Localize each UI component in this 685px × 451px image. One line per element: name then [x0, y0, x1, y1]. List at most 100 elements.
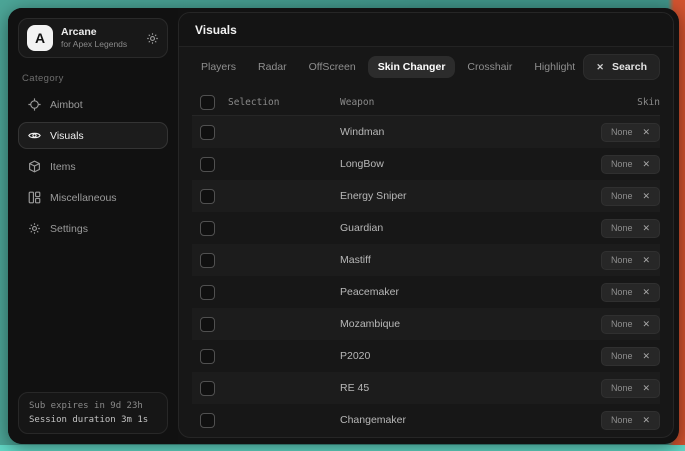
tab-offscreen[interactable]: OffScreen	[299, 56, 366, 78]
skin-clear-button[interactable]: ✕	[642, 159, 650, 170]
skin-clear-button[interactable]: ✕	[642, 319, 650, 330]
skin-clear-button[interactable]: ✕	[642, 415, 650, 426]
tab-highlight[interactable]: Highlight	[524, 56, 585, 78]
skin-clear-button[interactable]: ✕	[642, 191, 650, 202]
weapon-name: Mozambique	[340, 318, 582, 330]
skin-value: None	[611, 191, 633, 201]
skin-column-header: Skin	[582, 97, 660, 108]
skin-select-badge[interactable]: None ✕	[601, 347, 660, 366]
row-checkbox[interactable]	[200, 253, 215, 268]
skin-value: None	[611, 287, 633, 297]
skin-select-badge[interactable]: None ✕	[601, 379, 660, 398]
skin-value: None	[611, 255, 633, 265]
search-icon: ✕	[596, 62, 604, 73]
skin-select-badge[interactable]: None ✕	[601, 187, 660, 206]
row-checkbox[interactable]	[200, 125, 215, 140]
search-button-label: Search	[612, 61, 647, 73]
app-header-card: A Arcane for Apex Legends	[18, 18, 168, 58]
weapon-name: Guardian	[340, 222, 582, 234]
subscription-card: Sub expires in 9d 23h Session duration 3…	[18, 392, 168, 434]
main-panel: Visuals PlayersRadarOffScreenSkin Change…	[178, 12, 674, 438]
row-checkbox[interactable]	[200, 157, 215, 172]
sidebar-item-label: Aimbot	[50, 99, 83, 111]
skin-clear-button[interactable]: ✕	[642, 223, 650, 234]
table-row: Energy Sniper None ✕	[192, 180, 660, 212]
skin-select-badge[interactable]: None ✕	[601, 411, 660, 430]
eye-icon	[28, 129, 41, 142]
row-checkbox[interactable]	[200, 317, 215, 332]
table-row: Mozambique None ✕	[192, 308, 660, 340]
weapon-name: P2020	[340, 350, 582, 362]
skin-value: None	[611, 383, 633, 393]
skin-clear-button[interactable]: ✕	[642, 383, 650, 394]
table-row: Peacemaker None ✕	[192, 276, 660, 308]
table-row: Mastiff None ✕	[192, 244, 660, 276]
tab-radar[interactable]: Radar	[248, 56, 297, 78]
app-subtitle: for Apex Legends	[61, 39, 127, 50]
session-duration-text: Session duration 3m 1s	[29, 415, 157, 425]
desktop-background: A Arcane for Apex Legends Category Aimbo…	[0, 0, 685, 451]
sidebar-item-items[interactable]: Items	[18, 153, 168, 180]
tab-players[interactable]: Players	[191, 56, 246, 78]
app-logo: A	[27, 25, 53, 51]
weapon-column-header: Weapon	[340, 97, 582, 108]
skin-clear-button[interactable]: ✕	[642, 255, 650, 266]
table-row: Changemaker None ✕	[192, 404, 660, 436]
skin-value: None	[611, 415, 633, 425]
sidebar-item-aimbot[interactable]: Aimbot	[18, 91, 168, 118]
table-row: P2020 None ✕	[192, 340, 660, 372]
skin-select-badge[interactable]: None ✕	[601, 219, 660, 238]
row-checkbox[interactable]	[200, 413, 215, 428]
cube-icon	[28, 160, 41, 173]
skin-select-badge[interactable]: None ✕	[601, 123, 660, 142]
sidebar-item-label: Items	[50, 161, 76, 173]
sub-expires-text: Sub expires in 9d 23h	[29, 401, 157, 411]
table-row: RE 45 None ✕	[192, 372, 660, 404]
gear-icon[interactable]	[146, 32, 159, 45]
skin-value: None	[611, 319, 633, 329]
skin-clear-button[interactable]: ✕	[642, 127, 650, 138]
layout-icon	[28, 191, 41, 204]
category-label: Category	[22, 73, 164, 84]
table-header-row: Selection Weapon Skin	[192, 89, 660, 116]
sidebar-item-label: Settings	[50, 223, 88, 235]
skin-value: None	[611, 351, 633, 361]
weapon-name: Peacemaker	[340, 286, 582, 298]
row-checkbox[interactable]	[200, 189, 215, 204]
main-header: Visuals	[179, 13, 673, 47]
skin-table: Selection Weapon Skin WindmanNone✕LongBo…	[192, 89, 660, 436]
skin-value: None	[611, 223, 633, 233]
crosshair-icon	[28, 98, 41, 111]
skin-clear-button[interactable]: ✕	[642, 351, 650, 362]
weapon-name: Energy Sniper	[340, 190, 582, 202]
sidebar-item-settings[interactable]: Settings	[18, 215, 168, 242]
row-checkbox[interactable]	[200, 381, 215, 396]
row-checkbox[interactable]	[200, 285, 215, 300]
skin-select-badge[interactable]: None ✕	[601, 251, 660, 270]
weapon-name: Windman	[340, 126, 582, 138]
sidebar-item-label: Miscellaneous	[50, 192, 117, 204]
weapon-name: Changemaker	[340, 414, 582, 426]
skin-value: None	[611, 127, 633, 137]
row-checkbox[interactable]	[200, 349, 215, 364]
skin-select-badge[interactable]: None ✕	[601, 283, 660, 302]
table-row: LongBowNone✕	[192, 148, 660, 180]
app-name: Arcane	[61, 26, 127, 39]
tab-crosshair[interactable]: Crosshair	[457, 56, 522, 78]
sidebar-item-visuals[interactable]: Visuals	[18, 122, 168, 149]
skin-select-badge[interactable]: None ✕	[601, 155, 660, 174]
tabs-bar: PlayersRadarOffScreenSkin ChangerCrossha…	[179, 47, 673, 85]
select-all-checkbox[interactable]	[200, 95, 215, 110]
weapon-name: RE 45	[340, 382, 582, 394]
sidebar-item-miscellaneous[interactable]: Miscellaneous	[18, 184, 168, 211]
page-title: Visuals	[195, 23, 657, 37]
skin-clear-button[interactable]: ✕	[642, 287, 650, 298]
tab-skin-changer[interactable]: Skin Changer	[368, 56, 456, 78]
skin-select-badge[interactable]: None ✕	[601, 315, 660, 334]
sidebar-nav: Aimbot Visuals Items Miscellaneous Settings	[18, 91, 168, 242]
sidebar: A Arcane for Apex Legends Category Aimbo…	[8, 8, 178, 444]
row-checkbox[interactable]	[200, 221, 215, 236]
weapon-name: Mastiff	[340, 254, 582, 266]
search-button[interactable]: ✕ Search	[583, 54, 660, 80]
skin-value: None	[611, 159, 633, 169]
